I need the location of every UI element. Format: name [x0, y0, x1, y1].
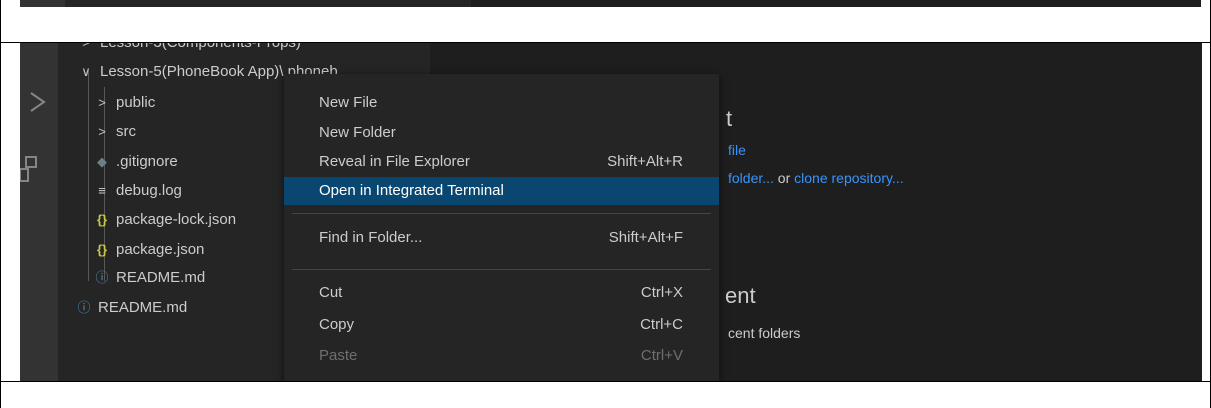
- menu-item-cut[interactable]: Cut Ctrl+X: [284, 279, 719, 307]
- tree-item-file[interactable]: ◆ .gitignore: [94, 148, 178, 176]
- menu-item-new-folder[interactable]: New Folder: [284, 119, 719, 147]
- chevron-right-icon: >: [78, 43, 94, 57]
- tree-item-file[interactable]: {} package-lock.json: [94, 206, 236, 234]
- activity-bar: [20, 43, 58, 381]
- chevron-right-icon: >: [98, 95, 106, 110]
- menu-item-reveal-in-file-explorer[interactable]: Reveal in File Explorer Shift+Alt+R: [284, 148, 719, 176]
- json-braces-icon: {}: [96, 212, 108, 227]
- vscode-screenshot: >Lesson-3(Components-Props) ∨Lesson-5(Ph…: [20, 43, 1202, 381]
- menu-item-open-in-integrated-terminal[interactable]: Open in Integrated Terminal: [284, 177, 719, 205]
- git-file-icon: ◆: [97, 154, 107, 169]
- extensions-icon[interactable]: [20, 155, 40, 189]
- indent-guide: [88, 71, 89, 281]
- run-debug-icon[interactable]: [28, 91, 48, 119]
- tree-item-file[interactable]: ⓘ README.md: [76, 294, 187, 322]
- chevron-down-icon: ∨: [81, 64, 91, 79]
- tree-item-file[interactable]: ⓘ README.md: [94, 264, 205, 292]
- new-file-link[interactable]: file: [728, 142, 746, 158]
- tree-item-folder[interactable]: >Lesson-3(Components-Props): [78, 43, 301, 57]
- table-border-bottom: [0, 381, 1211, 408]
- tree-item-file[interactable]: ≡ debug.log: [94, 177, 182, 205]
- start-heading: t: [726, 106, 733, 131]
- tree-item-folder[interactable]: > public: [94, 89, 155, 117]
- chevron-right-icon: >: [98, 124, 106, 139]
- info-icon: ⓘ: [77, 300, 91, 315]
- recent-heading: ent: [725, 283, 756, 308]
- tree-item-file[interactable]: {} package.json: [94, 236, 204, 264]
- info-icon: ⓘ: [95, 270, 109, 285]
- menu-separator: [292, 213, 711, 214]
- json-braces-icon: {}: [96, 242, 108, 257]
- open-folder-line: folder... or clone repository...: [728, 170, 904, 186]
- menu-item-new-file[interactable]: New File: [284, 89, 719, 117]
- context-menu: New File New Folder Reveal in File Explo…: [284, 74, 719, 381]
- tree-item-folder[interactable]: > src: [94, 118, 136, 146]
- table-border-top: [0, 0, 1211, 43]
- menu-item-paste[interactable]: Paste Ctrl+V: [284, 342, 719, 370]
- open-folder-link[interactable]: folder...: [728, 170, 774, 186]
- text-lines-icon: ≡: [98, 183, 106, 198]
- recent-folders-text: cent folders: [728, 325, 801, 341]
- clone-repository-link[interactable]: clone repository...: [794, 170, 903, 186]
- menu-item-find-in-folder[interactable]: Find in Folder... Shift+Alt+F: [284, 224, 719, 252]
- menu-separator: [292, 269, 711, 270]
- menu-item-copy[interactable]: Copy Ctrl+C: [284, 311, 719, 339]
